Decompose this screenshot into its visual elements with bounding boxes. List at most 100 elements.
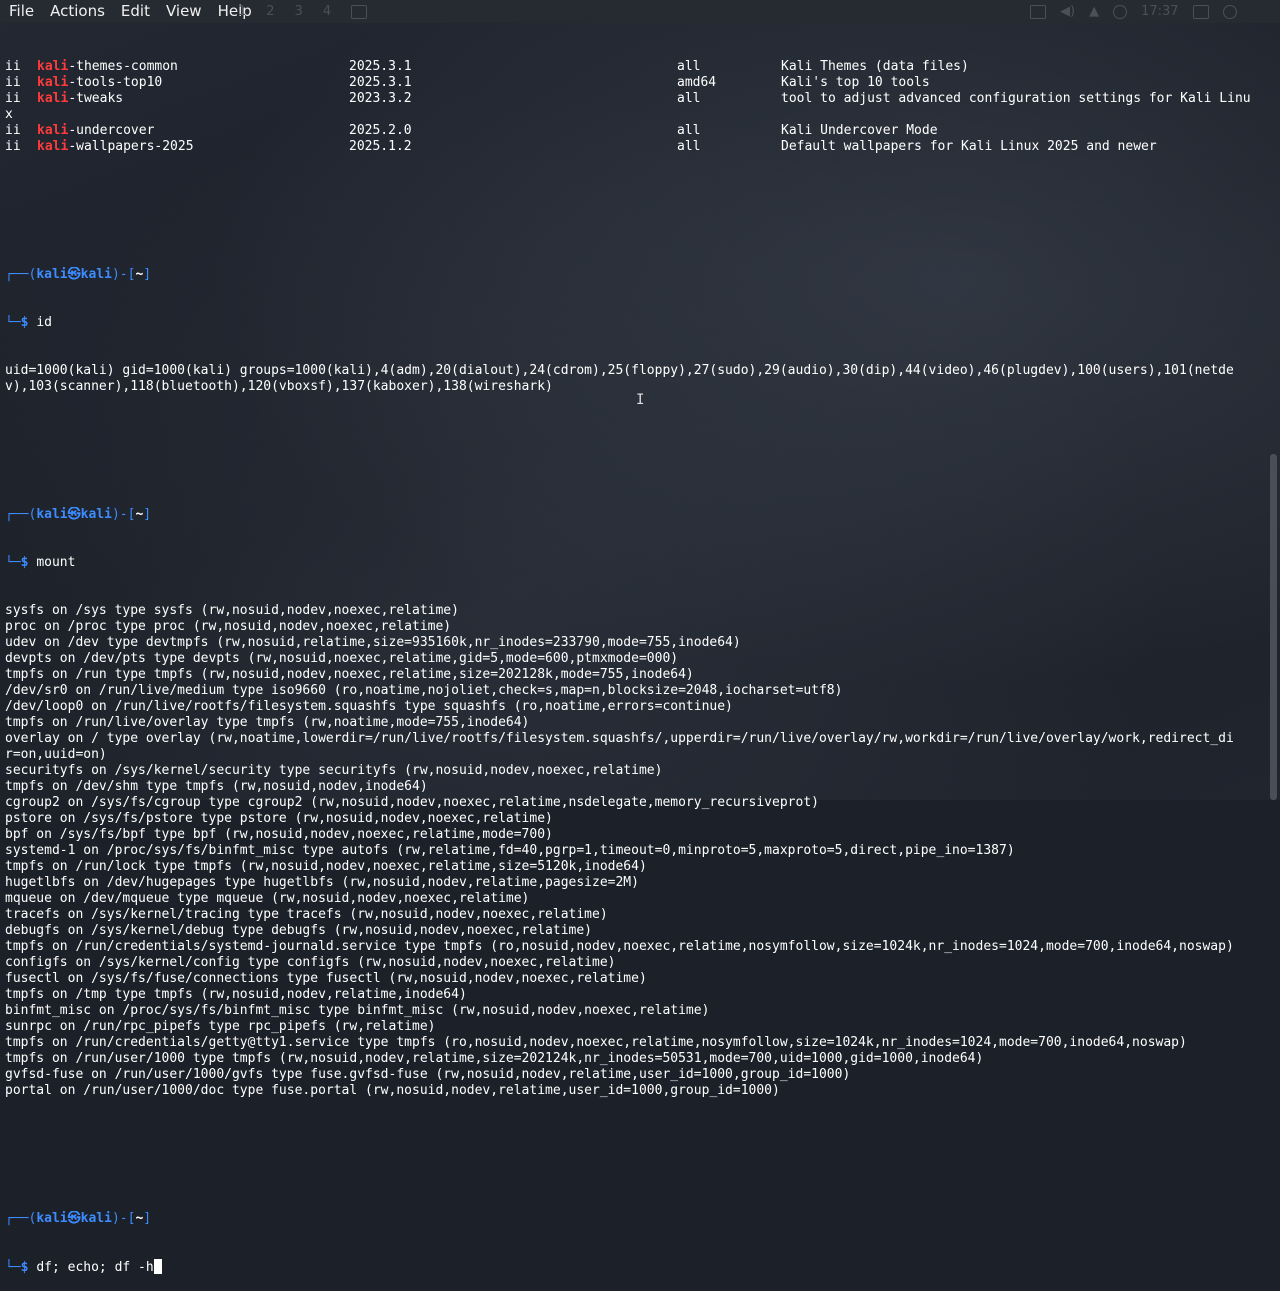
- package-status: ii: [5, 59, 21, 74]
- prompt-input-line[interactable]: └─$ df; echo; df -h: [5, 1259, 1258, 1275]
- ibeam-cursor-icon: I: [636, 392, 645, 408]
- output-line: sysfs on /sys type sysfs (rw,nosuid,node…: [5, 603, 459, 618]
- output-line: /dev/loop0 on /run/live/rootfs/filesyste…: [5, 699, 733, 714]
- output-line: pstore on /sys/fs/pstore type pstore (rw…: [5, 811, 553, 826]
- output-line: tmpfs on /run type tmpfs (rw,nosuid,node…: [5, 667, 694, 682]
- package-name: kali-themes-common: [37, 59, 178, 74]
- notification-bell-icon[interactable]: ▲: [1089, 4, 1099, 19]
- output-line: v),103(scanner),118(bluetooth),120(vboxs…: [5, 379, 553, 394]
- command-id: id: [36, 315, 52, 330]
- output-line: mqueue on /dev/mqueue type mqueue (rw,no…: [5, 891, 530, 906]
- workspace-switcher: 1 2 3 4: [238, 0, 368, 23]
- package-row: ii kali-wallpapers-2025 2025.1.2 all Default…: [5, 139, 1258, 155]
- output-line: cgroup2 on /sys/fs/cgroup type cgroup2 (…: [5, 795, 819, 810]
- menu-edit[interactable]: Edit: [112, 0, 157, 23]
- menu-view[interactable]: View: [157, 0, 209, 23]
- output-line: devpts on /dev/pts type devpts (rw,nosui…: [5, 651, 679, 666]
- package-arch: amd64: [677, 75, 717, 90]
- workspace-2[interactable]: 2: [266, 4, 274, 19]
- prompt-top: ┌──(kali㉿kali)-[~]: [5, 267, 152, 282]
- package-status: ii: [5, 139, 21, 154]
- output-line: debugfs on /sys/kernel/debug type debugf…: [5, 923, 592, 938]
- output-line: tmpfs on /run/credentials/getty@tty1.ser…: [5, 1035, 1187, 1050]
- package-list: ii kali-themes-common 2025.3.1 all Kali Them…: [5, 59, 1258, 155]
- package-name: kali-wallpapers-2025: [37, 139, 194, 154]
- output-line: bpf on /sys/fs/bpf type bpf (rw,nosuid,n…: [5, 827, 553, 842]
- workspace-4[interactable]: 4: [323, 4, 331, 19]
- wrapped-text: x: [5, 107, 13, 122]
- system-tray: ◀) ▲ 17:37: [1030, 0, 1237, 23]
- workspace-3[interactable]: 3: [295, 4, 303, 19]
- output-line: r=on,uuid=on): [5, 747, 107, 762]
- command-mount: mount: [36, 555, 76, 570]
- package-row: ii kali-themes-common 2025.3.1 all Kali Them…: [5, 59, 1258, 75]
- output-line: sunrpc on /run/rpc_pipefs type rpc_pipef…: [5, 1019, 436, 1034]
- package-arch: all: [677, 91, 701, 106]
- output-line: portal on /run/user/1000/doc type fuse.p…: [5, 1083, 780, 1098]
- package-name: kali-undercover: [37, 123, 155, 138]
- menu-actions[interactable]: Actions: [41, 0, 112, 23]
- text-cursor: [153, 1259, 162, 1274]
- package-description: Kali Undercover Mode: [781, 123, 938, 138]
- package-arch: all: [677, 139, 701, 154]
- package-status: ii: [5, 91, 21, 106]
- output-line: securityfs on /sys/kernel/security type …: [5, 763, 663, 778]
- package-name: kali-tools-top10: [37, 75, 163, 90]
- package-arch: all: [677, 59, 701, 74]
- package-arch: all: [677, 123, 701, 138]
- volume-icon[interactable]: ◀): [1060, 4, 1075, 19]
- output-line: binfmt_misc on /proc/sys/fs/binfmt_misc …: [5, 1003, 710, 1018]
- package-version: 2025.1.2: [349, 139, 412, 154]
- package-description: Default wallpapers for Kali Linux 2025 a…: [781, 139, 1157, 154]
- mount-output: sysfs on /sys type sysfs (rw,nosuid,node…: [5, 603, 1258, 1099]
- output-line: /dev/sr0 on /run/live/medium type iso966…: [5, 683, 843, 698]
- prompt-command-line: └─$ id: [5, 315, 52, 330]
- package-description: Kali Themes (data files): [781, 59, 969, 74]
- package-version: 2023.3.2: [349, 91, 412, 106]
- output-line: uid=1000(kali) gid=1000(kali) groups=100…: [5, 363, 1234, 378]
- output-line: hugetlbfs on /dev/hugepages type hugetlb…: [5, 875, 639, 890]
- scrollbar-thumb[interactable]: [1270, 454, 1277, 800]
- output-line: configfs on /sys/kernel/config type conf…: [5, 955, 616, 970]
- package-status: ii: [5, 75, 21, 90]
- network-icon[interactable]: [1113, 4, 1128, 19]
- display-icon[interactable]: [1030, 4, 1046, 19]
- output-line: systemd-1 on /proc/sys/fs/binfmt_misc ty…: [5, 843, 1015, 858]
- clock[interactable]: 17:37: [1141, 4, 1178, 19]
- show-desktop-icon[interactable]: [351, 4, 368, 19]
- output-line: gvfsd-fuse on /run/user/1000/gvfs type f…: [5, 1067, 851, 1082]
- power-icon[interactable]: [1222, 4, 1237, 19]
- output-line: overlay on / type overlay (rw,noatime,lo…: [5, 731, 1234, 746]
- output-line: tmpfs on /run/lock type tmpfs (rw,nosuid…: [5, 859, 647, 874]
- menu-file[interactable]: File: [0, 0, 41, 23]
- output-line: proc on /proc type proc (rw,nosuid,nodev…: [5, 619, 452, 634]
- package-row: ii kali-tweaks 2023.3.2 all tool to adjust a…: [5, 91, 1258, 107]
- prompt-command-line: └─$ mount: [5, 555, 76, 570]
- package-version: 2025.3.1: [349, 75, 412, 90]
- output-line: tmpfs on /run/credentials/systemd-journa…: [5, 939, 1234, 954]
- package-description: tool to adjust advanced configuration se…: [781, 91, 1251, 106]
- id-output: uid=1000(kali) gid=1000(kali) groups=100…: [5, 363, 1258, 395]
- package-description: Kali's top 10 tools: [781, 75, 930, 90]
- output-line: tmpfs on /run/live/overlay type tmpfs (r…: [5, 715, 530, 730]
- output-line: fusectl on /sys/fs/fuse/connections type…: [5, 971, 647, 986]
- package-row: ii kali-tools-top10 2025.3.1 amd64 Kali's to…: [5, 75, 1258, 91]
- terminal-output[interactable]: ii kali-themes-common 2025.3.1 all Kali Them…: [5, 27, 1258, 1291]
- package-row: ii kali-undercover 2025.2.0 all Kali Underco…: [5, 123, 1258, 139]
- package-status: ii: [5, 123, 21, 138]
- output-line: tmpfs on /tmp type tmpfs (rw,nosuid,node…: [5, 987, 467, 1002]
- output-line: udev on /dev type devtmpfs (rw,nosuid,re…: [5, 635, 741, 650]
- output-line: tracefs on /sys/kernel/tracing type trac…: [5, 907, 608, 922]
- prompt-top: ┌──(kali㉿kali)-[~]: [5, 1211, 152, 1226]
- output-line: tmpfs on /dev/shm type tmpfs (rw,nosuid,…: [5, 779, 428, 794]
- command-input[interactable]: df; echo; df -h: [36, 1260, 153, 1275]
- prompt-top: ┌──(kali㉿kali)-[~]: [5, 507, 152, 522]
- lock-icon[interactable]: [1192, 4, 1209, 19]
- package-version: 2025.2.0: [349, 123, 412, 138]
- workspace-1[interactable]: 1: [238, 4, 246, 19]
- package-version: 2025.3.1: [349, 59, 412, 74]
- output-line: tmpfs on /run/user/1000 type tmpfs (rw,n…: [5, 1051, 984, 1066]
